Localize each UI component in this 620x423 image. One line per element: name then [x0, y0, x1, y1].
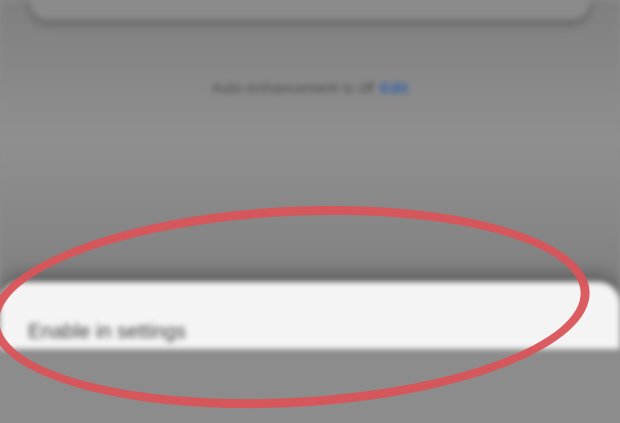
- top-sheet-edge: [30, 0, 590, 20]
- status-line: Auto-enhancement is off Edit: [0, 80, 620, 97]
- status-text: Auto-enhancement is off: [211, 80, 374, 97]
- edit-link[interactable]: Edit: [380, 80, 408, 97]
